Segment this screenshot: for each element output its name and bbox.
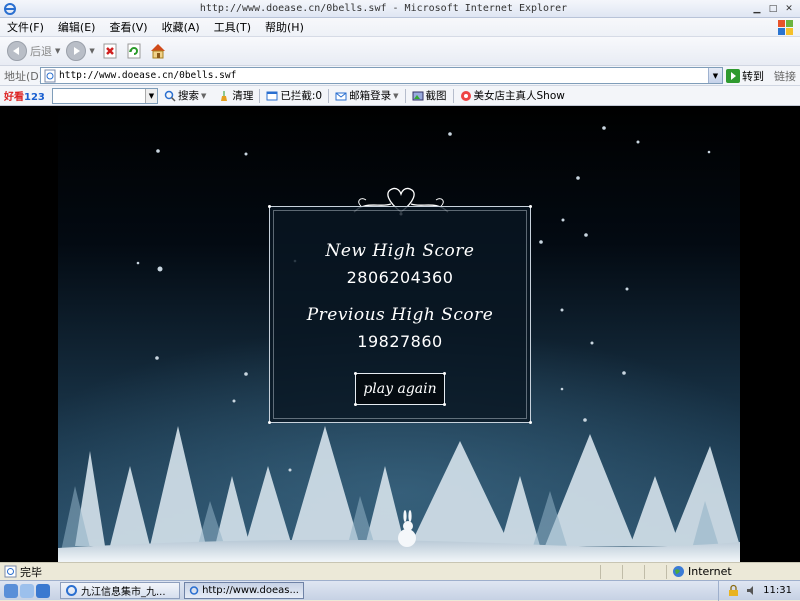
taskbar: 九江信息集市_九... http://www.doeas... 11:31	[0, 580, 800, 601]
menu-help[interactable]: 帮助(H)	[258, 19, 311, 35]
toolbar-screenshot-button[interactable]: 截图	[406, 88, 453, 103]
brand-logo[interactable]: 好看123	[0, 88, 52, 103]
go-label: 转到	[742, 69, 764, 83]
status-cell	[600, 564, 622, 579]
toolbar-blocked-button[interactable]: 已拦截:0	[260, 88, 328, 103]
status-bar: 完毕 Internet	[0, 562, 800, 580]
window-title: http://www.doease.cn/0bells.swf - Micros…	[199, 3, 568, 14]
home-button[interactable]	[146, 39, 170, 63]
zone-label: Internet	[688, 565, 732, 578]
corner-dot	[529, 205, 532, 208]
toolbar-mail-button[interactable]: 邮箱登录 ▼	[329, 88, 404, 103]
standard-toolbar: 后退 ▼ ▼	[0, 37, 800, 66]
mail-icon	[335, 92, 347, 100]
screenshot-icon	[412, 91, 423, 100]
new-high-score-label: New High Score	[325, 241, 475, 261]
close-button[interactable]: ✕	[782, 2, 796, 15]
new-high-score-value: 2806204360	[346, 268, 454, 287]
maximize-button[interactable]: □	[766, 2, 780, 15]
status-cell	[644, 564, 666, 579]
play-again-button[interactable]: play again	[354, 372, 446, 406]
windows-logo-icon	[778, 20, 793, 35]
menu-edit[interactable]: 编辑(E)	[51, 19, 103, 35]
refresh-button[interactable]	[122, 39, 146, 63]
ie-icon	[66, 585, 77, 596]
status-text: 完毕	[20, 565, 42, 579]
corner-dot	[529, 421, 532, 424]
menu-bar: 文件(F) 编辑(E) 查看(V) 收藏(A) 工具(T) 帮助(H)	[0, 18, 800, 37]
search-dropdown-icon[interactable]: ▼	[145, 88, 157, 103]
quick-launch-icon[interactable]	[20, 583, 34, 598]
toolbar-search-input[interactable]: ▼	[52, 87, 158, 104]
corner-dot	[268, 421, 271, 424]
stop-icon	[103, 43, 117, 59]
forward-button[interactable]: ▼	[63, 39, 97, 63]
address-label: 地址(D)	[4, 69, 44, 83]
refresh-icon	[127, 43, 141, 59]
play-again-label: play again	[363, 381, 437, 397]
previous-high-score-label: Previous High Score	[306, 305, 494, 325]
home-icon	[150, 44, 165, 59]
address-url: http://www.doease.cn/0bells.swf	[59, 70, 237, 81]
task-button[interactable]: 九江信息集市_九...	[60, 582, 180, 599]
corner-dot	[354, 403, 357, 406]
address-bar: 地址(D) http://www.doease.cn/0bells.swf ▼ …	[0, 66, 800, 86]
stop-button[interactable]	[98, 39, 122, 63]
toolbar-search-button[interactable]: 搜索 ▼	[158, 88, 212, 103]
desktop-icon[interactable]	[4, 583, 18, 598]
previous-high-score-value: 19827860	[357, 332, 443, 351]
links-button[interactable]: 链接	[774, 68, 796, 84]
security-zone[interactable]: Internet	[666, 564, 786, 579]
menu-file[interactable]: 文件(F)	[0, 19, 51, 35]
back-icon	[7, 41, 27, 61]
toolbar-show-link[interactable]: 美女店主真人Show	[454, 88, 571, 103]
menu-favorites[interactable]: 收藏(A)	[155, 19, 207, 35]
toolbar-clean-button[interactable]: 清理	[212, 88, 259, 103]
page-done-icon	[4, 565, 17, 578]
menu-tools[interactable]: 工具(T)	[207, 19, 258, 35]
go-button[interactable]: 转到	[726, 68, 764, 84]
clock[interactable]: 11:31	[763, 585, 792, 596]
globe-icon	[673, 566, 684, 577]
search-icon	[164, 90, 176, 102]
mail-dropdown-icon[interactable]: ▼	[393, 92, 398, 100]
forward-icon	[66, 41, 87, 61]
page-icon	[44, 69, 56, 82]
ie-icon	[4, 2, 16, 15]
search-button-dropdown-icon[interactable]: ▼	[201, 92, 206, 100]
volume-icon[interactable]	[745, 584, 758, 597]
window-titlebar: http://www.doease.cn/0bells.swf - Micros…	[0, 0, 800, 18]
menu-view[interactable]: 查看(V)	[102, 19, 154, 35]
status-cell	[622, 564, 644, 579]
lock-icon[interactable]	[727, 584, 740, 597]
flash-game-area[interactable]: New High Score 2806204360 Previous High …	[0, 106, 800, 562]
corner-dot	[268, 205, 271, 208]
forward-dropdown-icon[interactable]: ▼	[89, 47, 94, 55]
popup-blocker-icon	[266, 91, 278, 100]
system-tray: 11:31	[718, 580, 800, 601]
minimize-button[interactable]: ▁	[750, 2, 764, 15]
back-button[interactable]: 后退 ▼	[4, 39, 63, 63]
address-input[interactable]: http://www.doease.cn/0bells.swf ▼	[40, 67, 723, 84]
corner-dot	[443, 403, 446, 406]
ie-launch-icon[interactable]	[36, 583, 50, 598]
score-dialog: New High Score 2806204360 Previous High …	[268, 205, 532, 424]
broom-icon	[221, 90, 228, 101]
back-label: 后退	[30, 45, 52, 58]
shop-icon	[460, 90, 471, 101]
corner-dot	[354, 372, 357, 375]
address-dropdown-icon[interactable]: ▼	[708, 68, 722, 83]
custom-toolbar: 好看123 ▼ 搜索 ▼ 清理 已拦截:0 邮箱登录 ▼ 截图 美女店主真人Sh…	[0, 86, 800, 106]
corner-dot	[443, 372, 446, 375]
go-arrow-icon	[726, 68, 740, 83]
quick-launch	[0, 583, 56, 598]
ie-icon	[189, 586, 199, 595]
back-dropdown-icon[interactable]: ▼	[55, 47, 60, 55]
task-button-active[interactable]: http://www.doeas...	[184, 582, 304, 599]
